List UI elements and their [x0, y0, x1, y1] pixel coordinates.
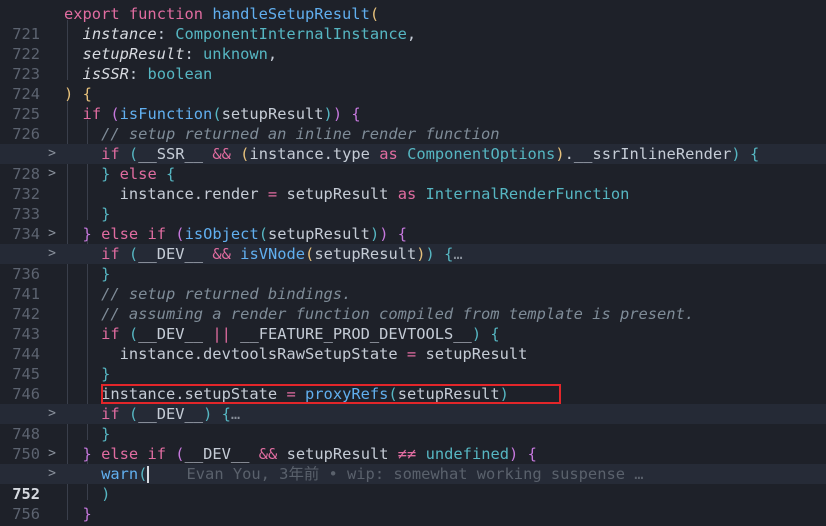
code-line[interactable]: 746 } — [0, 364, 826, 403]
parameter: setupResult — [82, 45, 185, 63]
code-line[interactable]: 726 if (isFunction(setupResult)) { — [0, 104, 826, 143]
operator: ≠≠ — [397, 445, 417, 463]
identifier: __FEATURE_PROD_DEVTOOLS__ — [240, 325, 472, 343]
keyword: export — [64, 5, 120, 23]
code-line[interactable]: 742 // setup returned bindings. — [0, 284, 826, 323]
code-line[interactable]: 751 > } else if (__DEV__ && setupResult … — [0, 444, 826, 483]
keyword: if — [147, 225, 167, 243]
comment: // setup returned bindings. — [101, 285, 352, 303]
keyword: if — [101, 405, 120, 423]
code-line[interactable]: 722 instance: ComponentInternalInstance, — [0, 24, 826, 63]
text-cursor — [147, 466, 150, 483]
type-name: unknown — [203, 45, 268, 63]
parameter: instance — [82, 25, 157, 43]
code-line[interactable]: 721 export function handleSetupResult( — [0, 4, 826, 43]
function-call: isFunction — [119, 105, 213, 123]
code-line[interactable]: 735 > } else if (isObject(setupResult)) … — [0, 224, 826, 263]
identifier: __SSR__ — [138, 145, 204, 163]
code-line[interactable]: 733 instance.render = setupResult as Int… — [0, 184, 826, 223]
identifier: setupResult — [221, 105, 324, 123]
identifier: setupResult — [268, 225, 370, 243]
code-line[interactable]: 723 setupResult: unknown, — [0, 44, 826, 83]
chevron-right-icon[interactable]: > — [46, 164, 58, 184]
keyword: else — [101, 445, 139, 463]
code-line[interactable]: 743 // assuming a render function compil… — [0, 304, 826, 343]
type-name: undefined — [425, 445, 510, 463]
identifier: instance — [119, 345, 194, 363]
function-call: isVNode — [240, 245, 306, 263]
chevron-right-icon[interactable]: > — [46, 464, 58, 484]
code-line[interactable]: 748 > if (__DEV__) {… — [0, 404, 826, 443]
function-call: isObject — [184, 225, 259, 243]
type-name: ComponentOptions — [407, 145, 556, 163]
keyword: if — [101, 145, 120, 163]
identifier: instance — [249, 145, 324, 163]
type-name: ComponentInternalInstance — [175, 25, 407, 43]
operator: || — [212, 325, 231, 343]
identifier: render — [203, 185, 259, 203]
code-line[interactable]: 724 isSSR: boolean — [0, 64, 826, 103]
code-line[interactable]: 734 } — [0, 204, 826, 243]
git-blame-annotation: Evan You, 3年前 • wip: somewhat working su… — [186, 465, 644, 483]
function-name: handleSetupResult — [212, 5, 370, 23]
chevron-right-icon[interactable]: > — [46, 144, 58, 164]
type-name: InternalRenderFunction — [425, 185, 630, 203]
operator: = — [406, 345, 417, 363]
identifier: __DEV__ — [184, 445, 250, 463]
parameter: isSSR — [82, 65, 129, 83]
code-line[interactable]: 728 > if (__SSR__ && (instance.type as C… — [0, 144, 826, 183]
identifier: setupResult — [286, 445, 389, 463]
code-line[interactable]: 757 } — [0, 504, 826, 526]
code-line[interactable]: 744 if (__DEV__ || __FEATURE_PROD_DEVTOO… — [0, 324, 826, 363]
identifier: setupResult — [425, 345, 528, 363]
keyword: if — [101, 325, 120, 343]
fold-ellipsis-icon[interactable]: … — [453, 245, 462, 263]
operator: && — [212, 245, 231, 263]
keyword: as — [397, 185, 417, 203]
comment: // assuming a render function compiled f… — [101, 305, 695, 323]
code-line[interactable]: 736 > if (__DEV__ && isVNode(setupResult… — [0, 244, 826, 283]
operator: && — [212, 145, 231, 163]
identifier: __ssrInlineRender — [573, 145, 732, 163]
keyword: if — [101, 245, 120, 263]
chevron-right-icon[interactable]: > — [46, 404, 58, 424]
keyword: else — [119, 165, 157, 183]
code-line[interactable]: 741 } — [0, 264, 826, 303]
keyword: function — [128, 5, 204, 23]
identifier: instance — [119, 185, 194, 203]
code-line[interactable]: 732 > } else { — [0, 164, 826, 203]
type-name: boolean — [147, 65, 213, 83]
comment: // setup returned an inline render funct… — [101, 125, 500, 143]
identifier: type — [332, 145, 370, 163]
code-editor[interactable]: 721 export function handleSetupResult( 7… — [0, 0, 826, 526]
function-call: warn — [101, 465, 139, 483]
highlight-annotation-box — [101, 384, 561, 404]
code-line[interactable]: 725 ) { — [0, 84, 826, 123]
keyword: if — [82, 105, 102, 123]
code-line[interactable]: 745 instance.devtoolsRawSetupState = set… — [0, 344, 826, 383]
chevron-down-icon[interactable]: > — [46, 444, 58, 464]
identifier: __DEV__ — [138, 325, 204, 343]
operator: = — [267, 185, 278, 203]
code-line[interactable]: 750 } — [0, 424, 826, 463]
code-line[interactable]: 727 // setup returned an inline render f… — [0, 124, 826, 163]
identifier: setupResult — [314, 245, 417, 263]
code-line[interactable]: 756 ) — [0, 484, 826, 523]
chevron-down-icon[interactable]: > — [46, 224, 58, 244]
keyword: if — [147, 445, 167, 463]
code-line-current[interactable]: 752 > warn( Evan You, 3年前 • wip: somewha… — [0, 464, 826, 503]
keyword: as — [379, 145, 398, 163]
keyword: else — [101, 225, 139, 243]
operator: && — [258, 445, 278, 463]
identifier: __DEV__ — [138, 405, 204, 423]
identifier: devtoolsRawSetupState — [203, 345, 398, 363]
identifier: setupResult — [286, 185, 389, 203]
identifier: __DEV__ — [138, 245, 204, 263]
chevron-right-icon[interactable]: > — [46, 244, 58, 264]
fold-ellipsis-icon[interactable]: … — [231, 405, 240, 423]
